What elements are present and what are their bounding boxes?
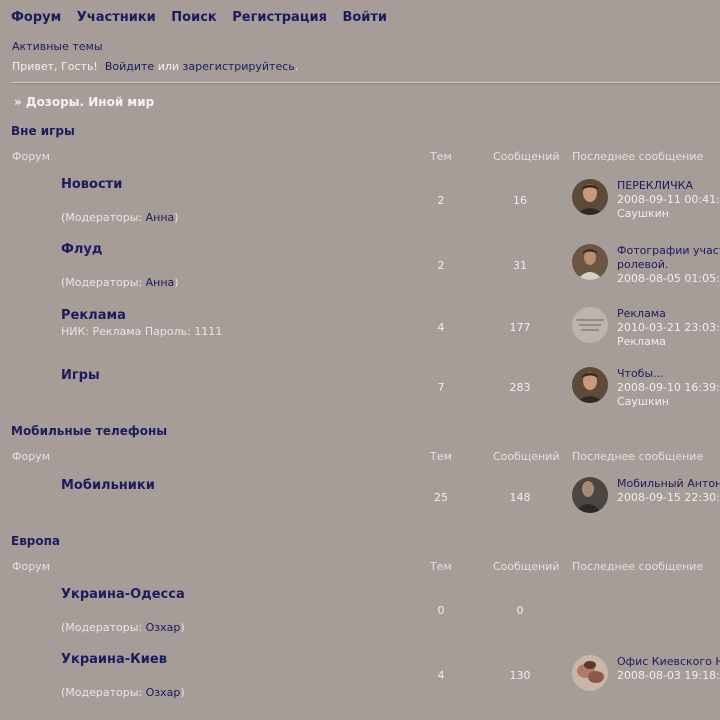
last-post-date: 2008-09-15 22:30: [617, 491, 720, 504]
greeting-or: или [157, 60, 180, 73]
topics-count: 2 [437, 259, 445, 272]
breadcrumb[interactable]: » Дозоры. Иной мир [14, 95, 154, 109]
mod-prefix: (Модераторы: [61, 686, 146, 699]
last-post: Фотографии участ ролевой. 2008-08-05 01:… [617, 244, 720, 286]
moderator-link[interactable]: Анна [146, 211, 175, 224]
last-post-title[interactable]: Мобильный Антон [617, 477, 720, 491]
mod-prefix: (Модераторы: [61, 621, 146, 634]
topics-count: 4 [437, 321, 445, 334]
moderator-link[interactable]: Анна [146, 276, 175, 289]
forum-title[interactable]: Украина-Одесса [61, 587, 185, 602]
last-post-title[interactable]: Чтобы... [617, 367, 720, 381]
last-post-title[interactable]: Фотографии участ [617, 244, 720, 258]
nav-register-link[interactable]: Регистрация [232, 10, 327, 25]
avatar[interactable] [572, 655, 608, 691]
last-post-title[interactable]: ПЕРЕКЛИЧКА [617, 179, 720, 193]
header-last-post: Последнее сообщение [572, 450, 704, 463]
category-title[interactable]: Вне игры [11, 124, 75, 138]
header-posts: Сообщений [493, 150, 560, 163]
forum-moderators: (Модераторы: Озхар) [61, 686, 185, 699]
category-title[interactable]: Европа [11, 534, 60, 548]
header-topics: Тем [430, 560, 452, 573]
nav-members-link[interactable]: Участники [77, 10, 156, 25]
mod-suffix: ) [180, 621, 185, 634]
last-post-author: Реклама [617, 335, 666, 348]
last-post-title[interactable]: Реклама [617, 307, 720, 321]
last-post: ПЕРЕКЛИЧКА 2008-09-11 00:41: Саушкин [617, 179, 720, 221]
forum-moderators: (Модераторы: Озхар) [61, 621, 185, 634]
topics-count: 2 [437, 194, 445, 207]
avatar[interactable] [572, 367, 608, 403]
category-title[interactable]: Мобильные телефоны [11, 424, 167, 438]
mod-suffix: ) [174, 276, 179, 289]
greeting-dot: . [294, 60, 299, 73]
forum-description: НИК: Реклама Пароль: 1111 [61, 325, 223, 338]
last-post: Реклама 2010-03-21 23:03: Реклама [617, 307, 720, 349]
header-forum: Форум [12, 150, 50, 163]
active-topics-link[interactable]: Активные темы [12, 40, 103, 53]
forum-title[interactable]: Новости [61, 177, 122, 192]
greeting-register-link[interactable]: зарегистрируйтесь [183, 60, 295, 73]
forum-title[interactable]: Игры [61, 368, 100, 383]
greeting: Привет, Гость! Войдите или зарегистрируй… [12, 60, 298, 73]
posts-count: 177 [509, 321, 531, 334]
topics-count: 25 [434, 491, 448, 504]
mod-suffix: ) [180, 686, 185, 699]
last-post: Чтобы... 2008-09-10 16:39: Саушкин [617, 367, 720, 409]
posts-count: 16 [513, 194, 527, 207]
nav-login-link[interactable]: Войти [342, 10, 387, 25]
mod-prefix: (Модераторы: [61, 276, 146, 289]
topics-count: 0 [437, 604, 445, 617]
header-forum: Форум [12, 560, 50, 573]
mod-prefix: (Модераторы: [61, 211, 146, 224]
avatar[interactable] [572, 307, 608, 343]
posts-count: 0 [516, 604, 524, 617]
last-post-title[interactable]: Офис Киевского Н [617, 655, 720, 669]
posts-count: 283 [509, 381, 531, 394]
posts-count: 148 [509, 491, 531, 504]
last-post-date: 2008-09-11 00:41: [617, 193, 720, 206]
forum-title[interactable]: Флуд [61, 242, 102, 257]
topics-count: 4 [437, 669, 445, 682]
nav-search-link[interactable]: Поиск [171, 10, 216, 25]
header-posts: Сообщений [493, 560, 560, 573]
last-post: Мобильный Антон 2008-09-15 22:30: [617, 477, 720, 505]
moderator-link[interactable]: Озхар [146, 621, 181, 634]
last-post-date: 2008-08-03 19:18: [617, 669, 720, 682]
mod-suffix: ) [174, 211, 179, 224]
forum-title[interactable]: Мобильники [61, 478, 155, 493]
avatar[interactable] [572, 244, 608, 280]
header-forum: Форум [12, 450, 50, 463]
last-post-date: 2008-08-05 01:05: [617, 272, 720, 285]
divider [11, 82, 720, 84]
header-topics: Тем [430, 450, 452, 463]
last-post-date: 2010-03-21 23:03: [617, 321, 720, 334]
last-post-author: Саушкин [617, 207, 669, 220]
nav-forum-link[interactable]: Форум [11, 10, 61, 25]
greeting-login-link[interactable]: Войдите [105, 60, 154, 73]
forum-moderators: (Модераторы: Анна) [61, 276, 179, 289]
header-last-post: Последнее сообщение [572, 150, 704, 163]
greeting-hello: Привет, Гость! [12, 60, 98, 73]
last-post: Офис Киевского Н 2008-08-03 19:18: [617, 655, 720, 683]
posts-count: 31 [513, 259, 527, 272]
posts-count: 130 [509, 669, 531, 682]
last-post-title-cont[interactable]: ролевой. [617, 258, 720, 272]
top-nav: Форум Участники Поиск Регистрация Войти [11, 10, 398, 25]
avatar[interactable] [572, 179, 608, 215]
header-topics: Тем [430, 150, 452, 163]
last-post-author: Саушкин [617, 395, 669, 408]
last-post-date: 2008-09-10 16:39: [617, 381, 720, 394]
forum-title[interactable]: Украина-Киев [61, 652, 167, 667]
moderator-link[interactable]: Озхар [146, 686, 181, 699]
header-last-post: Последнее сообщение [572, 560, 704, 573]
header-posts: Сообщений [493, 450, 560, 463]
topics-count: 7 [437, 381, 445, 394]
avatar[interactable] [572, 477, 608, 513]
forum-moderators: (Модераторы: Анна) [61, 211, 179, 224]
forum-title[interactable]: Реклама [61, 308, 126, 323]
